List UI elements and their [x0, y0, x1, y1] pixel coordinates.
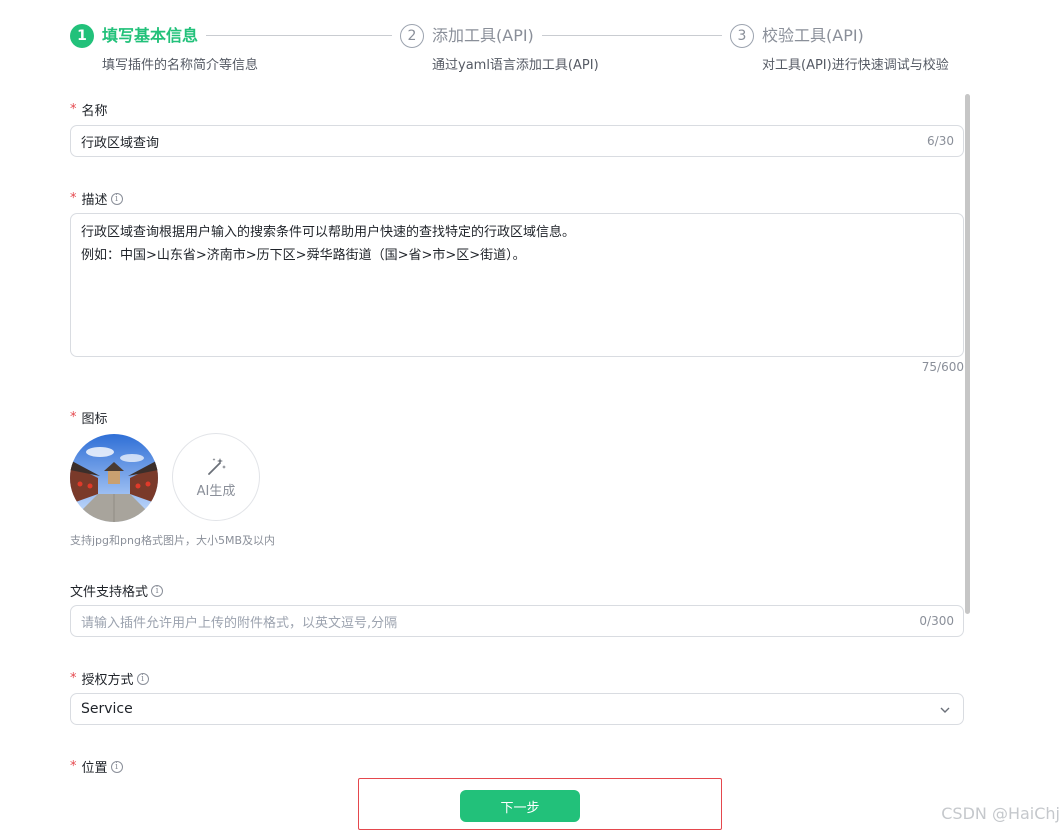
name-counter: 6/30: [927, 134, 954, 148]
description-label: * 描述 i: [70, 189, 123, 208]
scrollbar-thumb[interactable]: [965, 94, 970, 614]
street-scene-icon: [70, 434, 158, 522]
icon-label-text: 图标: [81, 412, 108, 427]
info-icon[interactable]: i: [110, 760, 123, 773]
chevron-down-icon: [940, 707, 950, 713]
description-textarea[interactable]: 行政区域查询根据用户输入的搜索条件可以帮助用户快速的查找特定的行政区域信息。 例…: [70, 213, 964, 357]
info-icon[interactable]: i: [136, 672, 149, 685]
location-label-text: 位置: [81, 761, 108, 776]
description-line: 例如：中国>山东省>济南市>历下区>舜华路街道（国>省>市>区>街道）。: [81, 248, 526, 263]
required-mark: *: [70, 191, 77, 206]
file-formats-input[interactable]: 请输入插件允许用户上传的附件格式，以英文逗号,分隔 0/300: [70, 605, 964, 637]
step-1-title: 填写基本信息: [102, 26, 199, 45]
magic-wand-icon: [208, 457, 226, 475]
step-connector: [542, 35, 722, 36]
auth-label: * 授权方式 i: [70, 669, 149, 688]
required-mark: *: [70, 759, 77, 774]
step-3-description: 对工具(API)进行快速调试与校验: [762, 58, 949, 73]
name-label-text: 名称: [81, 104, 108, 119]
name-label: * 名称: [70, 100, 108, 119]
icon-label: * 图标: [70, 408, 108, 427]
location-label: * 位置 i: [70, 757, 123, 776]
steps-bar: 1 填写基本信息 填写插件的名称简介等信息 2 添加工具(API) 通过yaml…: [70, 22, 964, 73]
step-1-description: 填写插件的名称简介等信息: [102, 58, 259, 73]
ai-generate-label: AI生成: [196, 483, 236, 499]
watermark: CSDN @HaiChj: [941, 804, 1060, 823]
info-icon[interactable]: i: [110, 192, 123, 205]
description-counter: 75/600: [921, 360, 964, 374]
description-line: 行政区域查询根据用户输入的搜索条件可以帮助用户快速的查找特定的行政区域信息。: [81, 225, 576, 240]
info-icon[interactable]: i: [151, 584, 164, 597]
scrollbar[interactable]: [963, 92, 971, 782]
step-1-number: 1: [70, 24, 94, 48]
file-formats-placeholder: 请输入插件允许用户上传的附件格式，以英文逗号,分隔: [81, 615, 398, 631]
icon-hint: 支持jpg和png格式图片，大小5MB及以内: [70, 534, 275, 547]
file-formats-counter: 0/300: [919, 614, 954, 628]
step-2-title: 添加工具(API): [432, 26, 534, 45]
file-formats-label: 文件支持格式 i: [70, 581, 164, 600]
required-mark: *: [70, 102, 77, 117]
plugin-icon-image[interactable]: [70, 434, 158, 522]
step-2-description: 通过yaml语言添加工具(API): [432, 58, 599, 73]
name-input-value: 行政区域查询: [81, 135, 160, 151]
step-connector: [206, 35, 392, 36]
step-3-number: 3: [730, 24, 754, 48]
auth-label-text: 授权方式: [81, 673, 134, 688]
ai-generate-button[interactable]: AI生成: [172, 433, 260, 521]
required-mark: *: [70, 671, 77, 686]
auth-select[interactable]: Service: [70, 693, 964, 725]
auth-select-value: Service: [81, 701, 133, 717]
file-formats-label-text: 文件支持格式: [70, 585, 149, 600]
name-input[interactable]: 行政区域查询 6/30: [70, 125, 964, 157]
description-label-text: 描述: [81, 193, 108, 208]
step-3-title: 校验工具(API): [762, 26, 864, 45]
next-step-button[interactable]: 下一步: [460, 790, 580, 822]
step-2-number: 2: [400, 24, 424, 48]
required-mark: *: [70, 410, 77, 425]
